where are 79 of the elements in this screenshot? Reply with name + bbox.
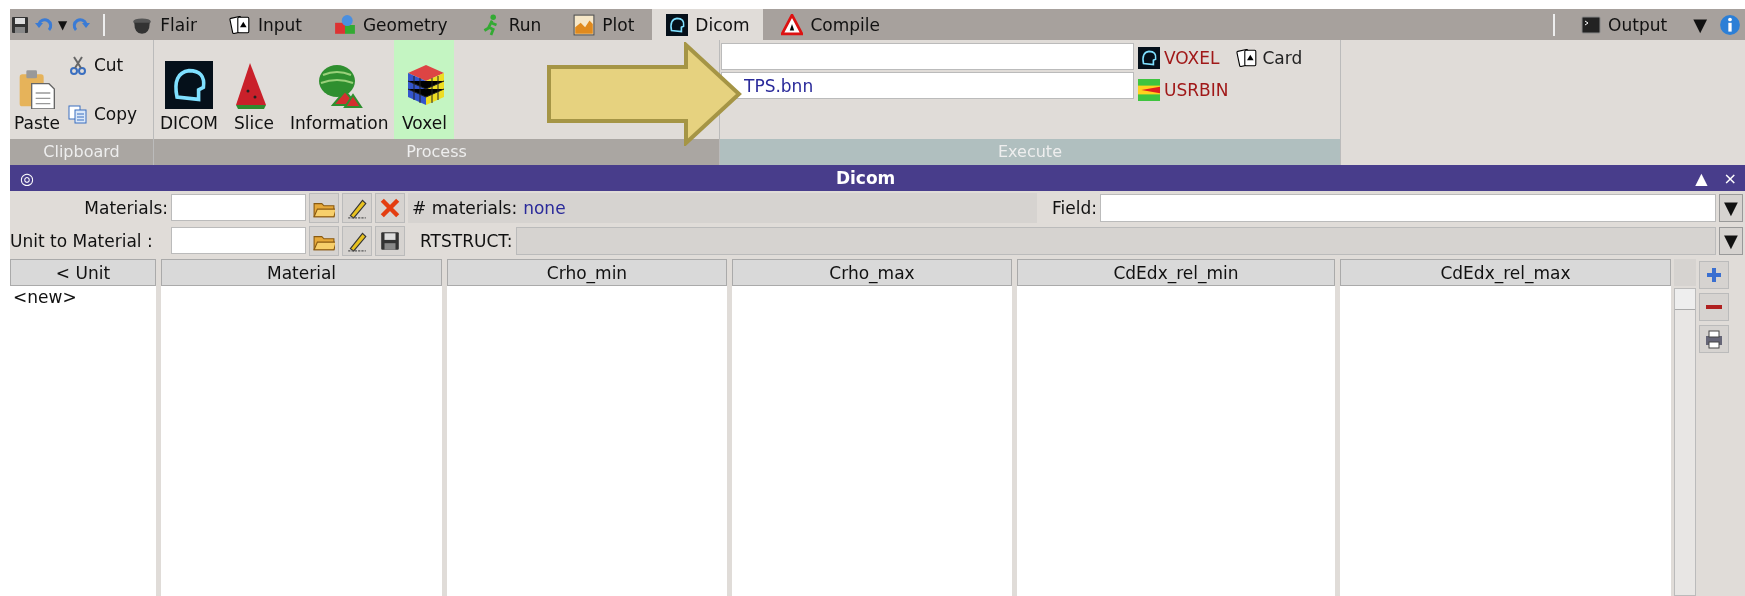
- ribbon-tab[interactable]: Run: [465, 9, 556, 40]
- cut-button[interactable]: Cut: [63, 52, 141, 77]
- chart-icon: [573, 13, 596, 36]
- dropdown-button[interactable]: ▼: [1719, 226, 1743, 255]
- field-label: RTSTRUCT:: [420, 230, 513, 251]
- group-title: Process: [154, 139, 719, 165]
- group-title: Clipboard: [10, 139, 153, 165]
- file-field[interactable]: TPS.bnn: [721, 72, 1134, 99]
- column-header[interactable]: Crho_max: [732, 259, 1012, 286]
- output-menu-caret[interactable]: ▼: [1693, 14, 1707, 35]
- add-icon: [1704, 265, 1724, 285]
- materials-field[interactable]: [171, 194, 306, 221]
- skull-xray-icon: [165, 61, 213, 109]
- field-label: Field:: [1052, 197, 1097, 218]
- scrollbar[interactable]: [1674, 288, 1696, 596]
- dropdown-field[interactable]: [515, 226, 1716, 255]
- pencil-icon: [346, 229, 368, 252]
- process-button[interactable]: Slice: [224, 40, 285, 139]
- remove-row-button[interactable]: [1699, 293, 1729, 321]
- unit-to-material-field[interactable]: [171, 227, 306, 254]
- heatmap-icon: [1138, 79, 1160, 101]
- column-header[interactable]: Material: [161, 259, 442, 286]
- column-header[interactable]: Crho_min: [447, 259, 727, 286]
- info-icon[interactable]: [1719, 13, 1741, 36]
- save-icon[interactable]: [10, 14, 30, 35]
- column-header[interactable]: CdEdx_rel_min: [1017, 259, 1335, 286]
- execute-button[interactable]: Card: [1236, 42, 1303, 74]
- remove-icon: [1706, 305, 1722, 309]
- open-button[interactable]: [309, 192, 339, 223]
- playing-cards-icon: [1236, 47, 1259, 69]
- save-icon: [379, 229, 401, 252]
- field-label: Materials:: [83, 197, 168, 218]
- ribbon-tab[interactable]: Input: [214, 9, 316, 40]
- dropdown-field[interactable]: [1099, 193, 1716, 222]
- table-cell[interactable]: <new>: [10, 286, 156, 308]
- ribbon-tab[interactable]: Flair: [117, 9, 211, 40]
- save-button[interactable]: [375, 225, 405, 256]
- close-button[interactable]: ×: [1715, 168, 1745, 188]
- group-title: Execute: [720, 139, 1340, 165]
- file-field[interactable]: [721, 43, 1134, 70]
- column-header[interactable]: < Unit: [10, 259, 156, 286]
- panel-title: Dicom: [834, 168, 897, 188]
- execute-button[interactable]: USRBIN: [1138, 74, 1229, 106]
- add-row-button[interactable]: [1699, 261, 1729, 289]
- dropdown-button[interactable]: ▼: [1719, 193, 1743, 222]
- ribbon-tab[interactable]: Dicom: [652, 9, 764, 40]
- process-button[interactable]: Information: [284, 40, 395, 139]
- edit-button[interactable]: [342, 225, 372, 256]
- process-button[interactable]: Voxel: [394, 40, 455, 139]
- panel-menu-button[interactable]: ◎: [10, 168, 44, 188]
- terminal-icon: [1581, 14, 1602, 35]
- skull-xray-icon: [666, 13, 689, 36]
- copy-button[interactable]: Copy: [63, 102, 141, 127]
- collapse-button[interactable]: ▲: [1687, 168, 1716, 188]
- count-value: none: [523, 197, 566, 218]
- ribbon-tab[interactable]: Compile: [767, 9, 894, 40]
- print-button[interactable]: [1699, 325, 1729, 353]
- undo-menu-caret[interactable]: ▼: [58, 17, 68, 32]
- open-button[interactable]: [309, 225, 339, 256]
- warning-sign-icon: [781, 13, 804, 36]
- process-button[interactable]: DICOM: [154, 40, 225, 139]
- delete-icon: [379, 196, 401, 219]
- shapes-icon: [333, 13, 356, 36]
- ribbon-tab[interactable]: Geometry: [319, 9, 462, 40]
- scissors-icon: [67, 54, 88, 75]
- column-header[interactable]: CdEdx_rel_max: [1340, 259, 1671, 286]
- pencil-icon: [346, 196, 368, 219]
- execute-button[interactable]: VOXEL: [1138, 42, 1229, 74]
- ribbon-tab[interactable]: Plot: [559, 9, 649, 40]
- count-label: # materials:: [412, 197, 518, 218]
- skull-xray-icon: [1138, 47, 1160, 69]
- field-label: Unit to Material :: [10, 230, 154, 251]
- scroll-up-button[interactable]: [1675, 289, 1695, 310]
- printer-icon: [1704, 329, 1724, 349]
- playing-cards-icon: [228, 13, 251, 36]
- copy-icon: [67, 104, 88, 125]
- edit-button[interactable]: [342, 192, 372, 223]
- paste-button[interactable]: Paste: [10, 40, 64, 139]
- output-button[interactable]: Output: [1567, 9, 1682, 40]
